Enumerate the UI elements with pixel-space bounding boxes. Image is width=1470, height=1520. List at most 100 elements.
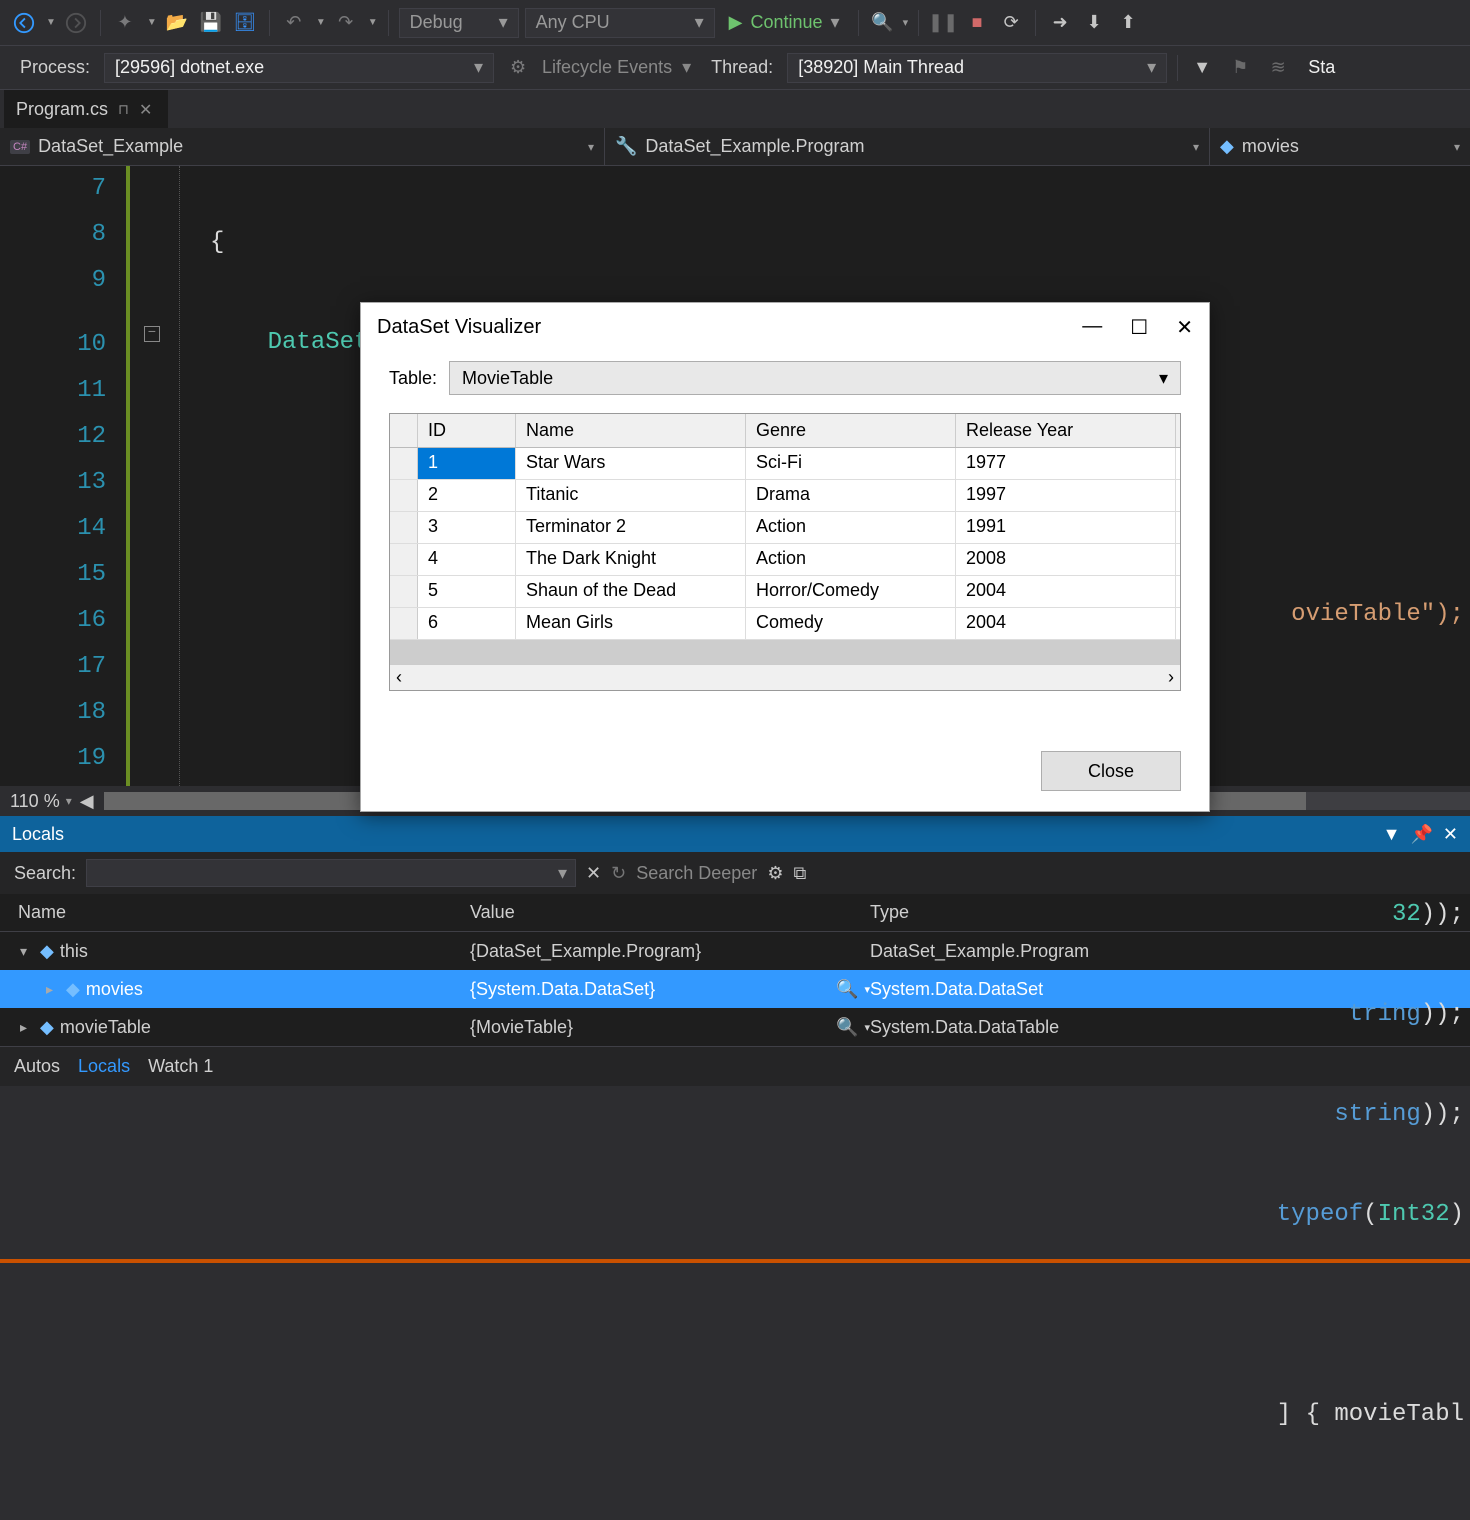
- lifecycle-icon[interactable]: ⚙: [504, 54, 532, 82]
- new-dropdown-icon[interactable]: ▼: [147, 17, 157, 28]
- grid-row[interactable]: 1Star WarsSci-Fi1977: [390, 448, 1180, 480]
- search-tool-icon[interactable]: 🔍: [869, 9, 897, 37]
- continue-button[interactable]: ▶ Continue ▾: [721, 8, 848, 38]
- cell-genre[interactable]: Comedy: [746, 608, 956, 639]
- platform-combo[interactable]: Any CPU▾: [525, 8, 715, 38]
- member-combo[interactable]: ◆ movies ▾: [1210, 128, 1470, 165]
- zoom-dropdown-icon[interactable]: ▾: [66, 794, 72, 808]
- cell-genre[interactable]: Drama: [746, 480, 956, 511]
- namespace-combo[interactable]: C# DataSet_Example ▾: [0, 128, 605, 165]
- cell-name[interactable]: Star Wars: [516, 448, 746, 479]
- process-combo[interactable]: [29596] dotnet.exe▾: [104, 53, 494, 83]
- back-dropdown-icon[interactable]: ▼: [46, 17, 56, 28]
- cell-year[interactable]: 2004: [956, 608, 1176, 639]
- scroll-left-icon[interactable]: ◀: [80, 791, 94, 812]
- zoom-value[interactable]: 110 %: [10, 791, 60, 812]
- cell-year[interactable]: 1991: [956, 512, 1176, 543]
- pin-icon[interactable]: ⊓: [118, 101, 129, 118]
- forward-button[interactable]: [62, 9, 90, 37]
- threads-icon[interactable]: ≋: [1264, 54, 1292, 82]
- locals-title-label: Locals: [12, 824, 64, 845]
- table-select[interactable]: MovieTable▾: [449, 361, 1181, 395]
- cell-id[interactable]: 4: [418, 544, 516, 575]
- tab-program-cs[interactable]: Program.cs ⊓ ✕: [4, 90, 168, 128]
- filter-icon[interactable]: ▼: [1188, 54, 1216, 82]
- var-name: movieTable: [60, 1017, 151, 1038]
- field-icon: ◆: [1220, 136, 1234, 157]
- cell-genre[interactable]: Action: [746, 544, 956, 575]
- grid-row[interactable]: 4The Dark KnightAction2008: [390, 544, 1180, 576]
- search-deeper-icon[interactable]: ↻: [611, 863, 626, 884]
- cell-id[interactable]: 6: [418, 608, 516, 639]
- row-header[interactable]: [390, 544, 418, 575]
- col-year[interactable]: Release Year: [956, 414, 1176, 447]
- row-header[interactable]: [390, 480, 418, 511]
- save-all-icon[interactable]: 🗄: [231, 9, 259, 37]
- minimize-icon[interactable]: —: [1082, 315, 1102, 340]
- config-combo[interactable]: Debug▾: [399, 8, 519, 38]
- cell-genre[interactable]: Action: [746, 512, 956, 543]
- var-name: movies: [86, 979, 143, 1000]
- grid-row[interactable]: 6Mean GirlsComedy2004: [390, 608, 1180, 640]
- col-genre[interactable]: Genre: [746, 414, 956, 447]
- undo-dropdown-icon[interactable]: ▼: [316, 17, 326, 28]
- redo-dropdown-icon[interactable]: ▼: [368, 17, 378, 28]
- debug-toolbar: Process: [29596] dotnet.exe▾ ⚙ Lifecycle…: [0, 46, 1470, 90]
- close-tab-icon[interactable]: ✕: [139, 100, 152, 120]
- expander-icon[interactable]: ▾: [20, 943, 34, 960]
- dialog-titlebar: DataSet Visualizer — ☐ ✕: [361, 303, 1209, 351]
- close-dialog-icon[interactable]: ✕: [1176, 315, 1193, 340]
- cell-year[interactable]: 2004: [956, 576, 1176, 607]
- expander-icon[interactable]: ▸: [20, 1019, 34, 1036]
- cell-year[interactable]: 1997: [956, 480, 1176, 511]
- cell-year[interactable]: 2008: [956, 544, 1176, 575]
- cell-id[interactable]: 5: [418, 576, 516, 607]
- step-over-icon[interactable]: ➜: [1046, 9, 1074, 37]
- grid-row[interactable]: 2TitanicDrama1997: [390, 480, 1180, 512]
- tab-autos[interactable]: Autos: [14, 1056, 60, 1077]
- grid-row[interactable]: 5Shaun of the DeadHorror/Comedy2004: [390, 576, 1180, 608]
- cell-name[interactable]: Shaun of the Dead: [516, 576, 746, 607]
- class-combo[interactable]: 🔧 DataSet_Example.Program ▾: [605, 128, 1210, 165]
- member-label: movies: [1242, 136, 1299, 157]
- grid-hscroll[interactable]: ‹›: [390, 664, 1180, 690]
- restart-icon[interactable]: ⟳: [997, 9, 1025, 37]
- row-header[interactable]: [390, 608, 418, 639]
- maximize-icon[interactable]: ☐: [1130, 315, 1148, 340]
- col-id[interactable]: ID: [418, 414, 516, 447]
- cell-name[interactable]: The Dark Knight: [516, 544, 746, 575]
- new-item-icon[interactable]: ✦: [111, 9, 139, 37]
- cell-name[interactable]: Titanic: [516, 480, 746, 511]
- row-header[interactable]: [390, 448, 418, 479]
- row-header[interactable]: [390, 512, 418, 543]
- cell-genre[interactable]: Sci-Fi: [746, 448, 956, 479]
- close-button[interactable]: Close: [1041, 751, 1181, 791]
- stop-icon[interactable]: ■: [963, 9, 991, 37]
- pause-icon[interactable]: ❚❚: [929, 9, 957, 37]
- redo-icon[interactable]: ↷: [332, 9, 360, 37]
- step-out-icon[interactable]: ⬆: [1114, 9, 1142, 37]
- cell-name[interactable]: Terminator 2: [516, 512, 746, 543]
- cell-genre[interactable]: Horror/Comedy: [746, 576, 956, 607]
- code-navbar: C# DataSet_Example ▾ 🔧 DataSet_Example.P…: [0, 128, 1470, 166]
- back-button[interactable]: [10, 9, 38, 37]
- col-name[interactable]: Name: [516, 414, 746, 447]
- step-into-icon[interactable]: ⬇: [1080, 9, 1108, 37]
- cell-id[interactable]: 2: [418, 480, 516, 511]
- tab-watch1[interactable]: Watch 1: [148, 1056, 213, 1077]
- save-icon[interactable]: 💾: [197, 9, 225, 37]
- row-header[interactable]: [390, 576, 418, 607]
- cell-name[interactable]: Mean Girls: [516, 608, 746, 639]
- expander-icon[interactable]: ▸: [46, 981, 60, 998]
- data-grid[interactable]: ID Name Genre Release Year 1Star WarsSci…: [389, 413, 1181, 691]
- cell-id[interactable]: 3: [418, 512, 516, 543]
- tab-locals[interactable]: Locals: [78, 1056, 130, 1077]
- flag-icon[interactable]: ⚑: [1226, 54, 1254, 82]
- undo-icon[interactable]: ↶: [280, 9, 308, 37]
- thread-combo[interactable]: [38920] Main Thread▾: [787, 53, 1167, 83]
- cell-id[interactable]: 1: [418, 448, 516, 479]
- cell-year[interactable]: 1977: [956, 448, 1176, 479]
- open-folder-icon[interactable]: 📂: [163, 9, 191, 37]
- fold-toggle-icon[interactable]: −: [144, 326, 160, 342]
- grid-row[interactable]: 3Terminator 2Action1991: [390, 512, 1180, 544]
